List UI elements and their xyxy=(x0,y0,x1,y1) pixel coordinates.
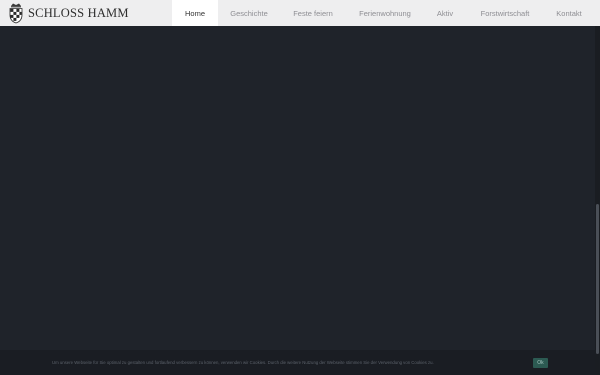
nav-item-label: Aktiv xyxy=(436,8,454,18)
cookie-accept-button[interactable]: Ok xyxy=(533,358,548,368)
nav-item-label: Feste feiern xyxy=(293,8,333,18)
nav-item-geschichte[interactable]: Geschichte xyxy=(222,0,276,26)
nav-item-feste-feiern[interactable]: Feste feiern xyxy=(285,0,341,26)
page-scrollbar[interactable] xyxy=(595,26,600,375)
nav-item-forstwirtschaft[interactable]: Forstwirtschaft xyxy=(472,0,538,26)
nav-item-home[interactable]: Home xyxy=(172,0,218,26)
scrollbar-thumb[interactable] xyxy=(596,204,599,354)
site-logo[interactable]: SCHLOSS HAMM xyxy=(8,2,129,24)
cookie-banner: Um unsere Webseite für Sie optimal zu ge… xyxy=(0,350,595,375)
nav-item-label: Geschichte xyxy=(230,8,268,18)
cookie-notice-text: Um unsere Webseite für Sie optimal zu ge… xyxy=(52,360,434,365)
nav-item-label: Forstwirtschaft xyxy=(480,8,530,18)
coat-of-arms-icon xyxy=(9,3,23,24)
logo-text: SCHLOSS HAMM xyxy=(28,5,129,20)
site-header: SCHLOSS HAMM Home Geschichte Feste feier… xyxy=(0,0,600,26)
nav-item-label: Ferienwohnung xyxy=(359,8,411,18)
nav-item-ferienwohnung[interactable]: Ferienwohnung xyxy=(352,0,418,26)
nav-item-aktiv[interactable]: Aktiv xyxy=(428,0,462,26)
nav-item-kontakt[interactable]: Kontakt xyxy=(548,0,590,26)
nav-item-label: Kontakt xyxy=(556,8,582,18)
nav-item-label: Home xyxy=(184,8,205,18)
